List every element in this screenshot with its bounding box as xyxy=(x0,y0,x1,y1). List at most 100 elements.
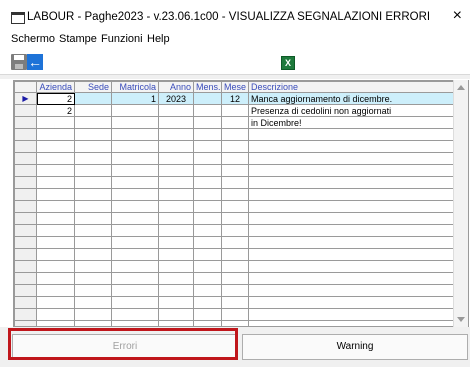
cell-azienda[interactable] xyxy=(36,308,75,321)
cell-sede[interactable] xyxy=(74,116,112,129)
cell-mese[interactable]: 12 xyxy=(221,92,249,105)
cell-mens[interactable] xyxy=(193,248,222,261)
cell-mens[interactable] xyxy=(193,116,222,129)
row-selector[interactable] xyxy=(14,188,37,201)
cell-mese[interactable] xyxy=(221,260,249,273)
cell-sede[interactable] xyxy=(74,212,112,225)
cell-descrizione[interactable] xyxy=(248,176,454,189)
row-selector[interactable] xyxy=(14,140,37,153)
cell-mese[interactable] xyxy=(221,272,249,285)
table-row[interactable]: in Dicembre! xyxy=(14,116,454,129)
cell-descrizione[interactable] xyxy=(248,272,454,285)
cell-descrizione[interactable] xyxy=(248,260,454,273)
cell-sede[interactable] xyxy=(74,164,112,177)
row-selector[interactable] xyxy=(14,260,37,273)
cell-anno[interactable] xyxy=(158,272,194,285)
cell-sede[interactable] xyxy=(74,260,112,273)
cell-mese[interactable] xyxy=(221,212,249,225)
cell-sede[interactable] xyxy=(74,176,112,189)
cell-mese[interactable] xyxy=(221,224,249,237)
column-header-azienda[interactable]: Azienda xyxy=(36,81,75,93)
cell-mese[interactable] xyxy=(221,284,249,297)
cell-matricola[interactable] xyxy=(111,140,159,153)
cell-mens[interactable] xyxy=(193,128,222,141)
cell-matricola[interactable] xyxy=(111,308,159,321)
row-selector[interactable] xyxy=(14,128,37,141)
cell-matricola[interactable] xyxy=(111,272,159,285)
empty-table-row[interactable] xyxy=(14,152,454,165)
cell-descrizione[interactable] xyxy=(248,248,454,261)
empty-table-row[interactable] xyxy=(14,248,454,261)
row-selector[interactable] xyxy=(14,284,37,297)
empty-table-row[interactable] xyxy=(14,272,454,285)
row-selector[interactable] xyxy=(14,272,37,285)
column-header-mens[interactable]: Mens. xyxy=(193,81,222,93)
cell-azienda[interactable] xyxy=(36,296,75,309)
excel-export-icon[interactable]: X xyxy=(281,56,295,70)
column-header-matricola[interactable]: Matricola xyxy=(111,81,159,93)
cell-matricola[interactable] xyxy=(111,236,159,249)
save-icon[interactable] xyxy=(11,54,27,70)
cell-mens[interactable] xyxy=(193,260,222,273)
cell-descrizione[interactable] xyxy=(248,188,454,201)
cell-matricola[interactable] xyxy=(111,128,159,141)
cell-sede[interactable] xyxy=(74,224,112,237)
cell-mese[interactable] xyxy=(221,164,249,177)
cell-mens[interactable] xyxy=(193,92,222,105)
cell-descrizione[interactable] xyxy=(248,212,454,225)
cell-sede[interactable] xyxy=(74,308,112,321)
cell-sede[interactable] xyxy=(74,104,112,117)
vertical-scrollbar[interactable] xyxy=(453,80,468,327)
cell-mens[interactable] xyxy=(193,284,222,297)
cell-anno[interactable] xyxy=(158,152,194,165)
cell-azienda[interactable] xyxy=(36,236,75,249)
cell-matricola[interactable] xyxy=(111,212,159,225)
cell-descrizione[interactable] xyxy=(248,140,454,153)
cell-anno[interactable]: 2023 xyxy=(158,92,194,105)
cell-mens[interactable] xyxy=(193,308,222,321)
errors-grid[interactable]: Azienda Sede Matricola Anno Mens. Mese D… xyxy=(13,80,469,327)
cell-matricola[interactable] xyxy=(111,104,159,117)
cell-anno[interactable] xyxy=(158,212,194,225)
cell-mens[interactable] xyxy=(193,188,222,201)
cell-azienda[interactable] xyxy=(36,200,75,213)
cell-azienda[interactable] xyxy=(36,116,75,129)
column-header-sede[interactable]: Sede xyxy=(74,81,112,93)
table-row[interactable]: ▶ 2 1 2023 12 Manca aggiornamento di dic… xyxy=(14,92,454,105)
cell-mese[interactable] xyxy=(221,188,249,201)
cell-descrizione[interactable]: Manca aggiornamento di dicembre. xyxy=(248,92,454,105)
cell-anno[interactable] xyxy=(158,116,194,129)
cell-mens[interactable] xyxy=(193,164,222,177)
cell-mens[interactable] xyxy=(193,152,222,165)
close-icon[interactable]: × xyxy=(453,7,462,25)
cell-descrizione[interactable] xyxy=(248,296,454,309)
cell-mens[interactable] xyxy=(193,140,222,153)
cell-azienda[interactable] xyxy=(36,260,75,273)
cell-anno[interactable] xyxy=(158,284,194,297)
cell-sede[interactable] xyxy=(74,296,112,309)
menu-help[interactable]: Help xyxy=(147,33,170,45)
cell-descrizione[interactable] xyxy=(248,164,454,177)
cell-anno[interactable] xyxy=(158,236,194,249)
scroll-up-icon[interactable] xyxy=(457,85,465,90)
row-selector[interactable] xyxy=(14,116,37,129)
cell-anno[interactable] xyxy=(158,248,194,261)
row-selector[interactable] xyxy=(14,164,37,177)
cell-descrizione[interactable] xyxy=(248,224,454,237)
empty-table-row[interactable] xyxy=(14,164,454,177)
cell-anno[interactable] xyxy=(158,296,194,309)
cell-descrizione[interactable] xyxy=(248,128,454,141)
cell-anno[interactable] xyxy=(158,176,194,189)
cell-descrizione[interactable] xyxy=(248,236,454,249)
cell-mens[interactable] xyxy=(193,212,222,225)
column-header-mese[interactable]: Mese xyxy=(221,81,249,93)
cell-mens[interactable] xyxy=(193,224,222,237)
cell-mese[interactable] xyxy=(221,176,249,189)
cell-matricola[interactable]: 1 xyxy=(111,92,159,105)
back-arrow-icon[interactable]: ← xyxy=(27,54,43,70)
empty-table-row[interactable] xyxy=(14,128,454,141)
cell-matricola[interactable] xyxy=(111,260,159,273)
cell-azienda[interactable] xyxy=(36,140,75,153)
empty-table-row[interactable] xyxy=(14,224,454,237)
cell-anno[interactable] xyxy=(158,128,194,141)
